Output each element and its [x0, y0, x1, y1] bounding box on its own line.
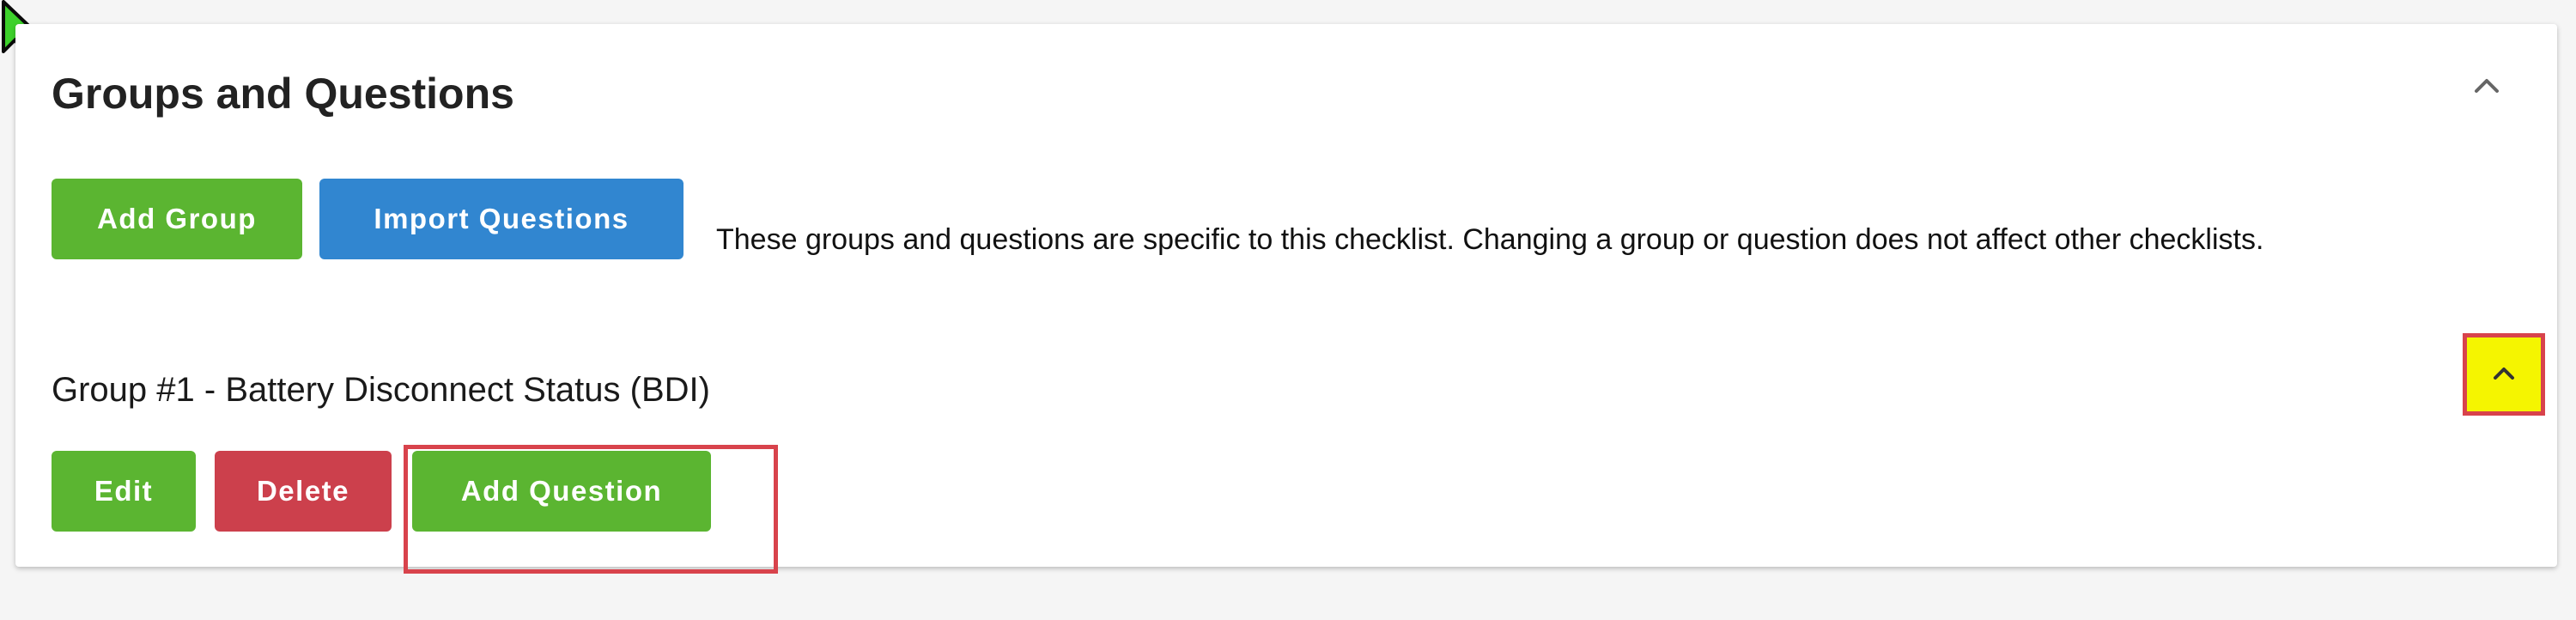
- info-text: These groups and questions are specific …: [716, 223, 2264, 256]
- chevron-up-icon: [2488, 357, 2519, 392]
- card-title: Groups and Questions: [52, 70, 514, 118]
- delete-button[interactable]: Delete: [215, 451, 392, 532]
- add-group-button[interactable]: Add Group: [52, 179, 302, 259]
- import-questions-button[interactable]: Import Questions: [319, 179, 683, 259]
- chevron-up-icon[interactable]: [2470, 69, 2504, 103]
- group-title: Group #1 - Battery Disconnect Status (BD…: [52, 371, 710, 409]
- group-toggle-button[interactable]: [2463, 333, 2545, 416]
- groups-and-questions-card: Groups and Questions Add Group Import Qu…: [15, 24, 2557, 574]
- add-question-highlight: [404, 445, 778, 574]
- edit-button[interactable]: Edit: [52, 451, 196, 532]
